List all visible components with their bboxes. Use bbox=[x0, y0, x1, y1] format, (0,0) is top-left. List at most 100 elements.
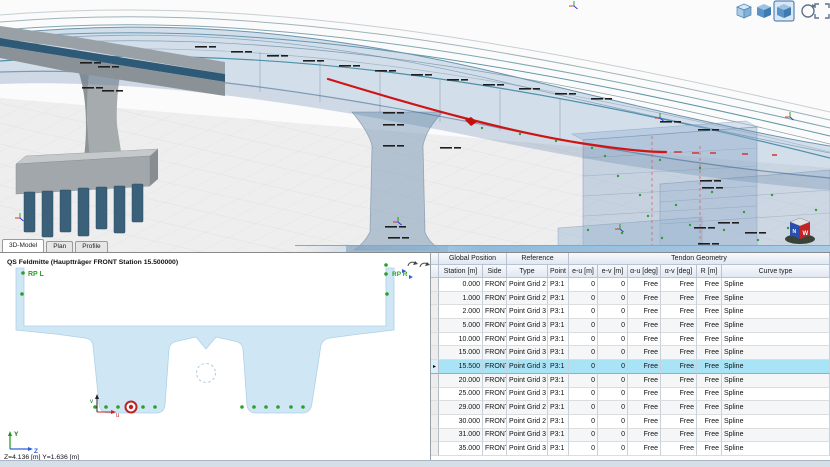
cell-alpha-v[interactable]: Free bbox=[661, 374, 697, 388]
cell-station[interactable]: 30.000 bbox=[439, 415, 483, 429]
cell-curve-type[interactable]: Spline bbox=[722, 360, 830, 374]
cell-eu[interactable]: 0 bbox=[569, 374, 598, 388]
cell-ev[interactable]: 0 bbox=[598, 442, 628, 456]
cell-r[interactable]: Free bbox=[697, 415, 722, 429]
cell-type[interactable]: Point Grid 3 bbox=[507, 388, 548, 402]
cell-point[interactable]: P3:1 bbox=[548, 346, 569, 360]
cell-alpha-u[interactable]: Free bbox=[628, 415, 661, 429]
cell-r[interactable]: Free bbox=[697, 388, 722, 402]
tab-3d-model[interactable]: 3D-Model bbox=[2, 239, 44, 252]
cell-eu[interactable]: 0 bbox=[569, 292, 598, 306]
cell-point[interactable]: P3:1 bbox=[548, 429, 569, 443]
cell-alpha-v[interactable]: Free bbox=[661, 442, 697, 456]
cell-station[interactable]: 10.000 bbox=[439, 333, 483, 347]
cell-side[interactable]: FRONT bbox=[483, 346, 507, 360]
cell-type[interactable]: Point Grid 3 bbox=[507, 374, 548, 388]
cell-alpha-u[interactable]: Free bbox=[628, 442, 661, 456]
cell-alpha-u[interactable]: Free bbox=[628, 292, 661, 306]
3d-viewport[interactable]: N W bbox=[0, 0, 830, 252]
row-selector[interactable] bbox=[431, 333, 439, 347]
cell-alpha-v[interactable]: Free bbox=[661, 278, 697, 292]
row-selector[interactable] bbox=[431, 346, 439, 360]
cell-point[interactable]: P3:1 bbox=[548, 401, 569, 415]
row-selector[interactable] bbox=[431, 278, 439, 292]
cell-alpha-u[interactable]: Free bbox=[628, 319, 661, 333]
cell-side[interactable]: FRONT bbox=[483, 360, 507, 374]
cell-r[interactable]: Free bbox=[697, 292, 722, 306]
table-row[interactable]: 0.000 FRONT Point Grid 2 P3:1 0 0 Free F… bbox=[431, 278, 830, 292]
row-selector[interactable] bbox=[431, 415, 439, 429]
cell-side[interactable]: FRONT bbox=[483, 388, 507, 402]
cell-type[interactable]: Point Grid 3 bbox=[507, 442, 548, 456]
cell-alpha-u[interactable]: Free bbox=[628, 401, 661, 415]
cell-curve-type[interactable]: Spline bbox=[722, 319, 830, 333]
cell-curve-type[interactable]: Spline bbox=[722, 346, 830, 360]
cell-curve-type[interactable]: Spline bbox=[722, 374, 830, 388]
cell-type[interactable]: Point Grid 2 bbox=[507, 292, 548, 306]
cell-alpha-u[interactable]: Free bbox=[628, 278, 661, 292]
cell-ev[interactable]: 0 bbox=[598, 401, 628, 415]
table-row[interactable]: 25.000 FRONT Point Grid 3 P3:1 0 0 Free … bbox=[431, 388, 830, 402]
cell-point[interactable]: P3:1 bbox=[548, 292, 569, 306]
cell-eu[interactable]: 0 bbox=[569, 319, 598, 333]
cell-alpha-v[interactable]: Free bbox=[661, 415, 697, 429]
cell-curve-type[interactable]: Spline bbox=[722, 333, 830, 347]
table-row[interactable]: 30.000 FRONT Point Grid 2 P3:1 0 0 Free … bbox=[431, 415, 830, 429]
table-row[interactable]: 29.000 FRONT Point Grid 2 P3:1 0 0 Free … bbox=[431, 401, 830, 415]
table-row[interactable]: 10.000 FRONT Point Grid 3 P3:1 0 0 Free … bbox=[431, 333, 830, 347]
tab-profile[interactable]: Profile bbox=[75, 241, 107, 252]
cell-side[interactable]: FRONT bbox=[483, 292, 507, 306]
solid-cube-icon[interactable] bbox=[774, 1, 794, 21]
cell-station[interactable]: 25.000 bbox=[439, 388, 483, 402]
cell-eu[interactable]: 0 bbox=[569, 415, 598, 429]
cell-alpha-v[interactable]: Free bbox=[661, 319, 697, 333]
row-selector[interactable] bbox=[431, 305, 439, 319]
cell-eu[interactable]: 0 bbox=[569, 360, 598, 374]
cell-alpha-u[interactable]: Free bbox=[628, 360, 661, 374]
cell-type[interactable]: Point Grid 3 bbox=[507, 333, 548, 347]
cell-point[interactable]: P3:1 bbox=[548, 305, 569, 319]
cell-ev[interactable]: 0 bbox=[598, 278, 628, 292]
cell-station[interactable]: 1.000 bbox=[439, 292, 483, 306]
cell-point[interactable]: P3:1 bbox=[548, 319, 569, 333]
cell-point[interactable]: P3:1 bbox=[548, 360, 569, 374]
cell-curve-type[interactable]: Spline bbox=[722, 429, 830, 443]
cell-r[interactable]: Free bbox=[697, 429, 722, 443]
cell-eu[interactable]: 0 bbox=[569, 278, 598, 292]
cell-side[interactable]: FRONT bbox=[483, 319, 507, 333]
cell-ev[interactable]: 0 bbox=[598, 429, 628, 443]
row-selector[interactable] bbox=[431, 442, 439, 456]
cell-alpha-u[interactable]: Free bbox=[628, 388, 661, 402]
cell-curve-type[interactable]: Spline bbox=[722, 415, 830, 429]
row-selector[interactable] bbox=[431, 429, 439, 443]
cell-r[interactable]: Free bbox=[697, 401, 722, 415]
table-row[interactable]: 5.000 FRONT Point Grid 3 P3:1 0 0 Free F… bbox=[431, 319, 830, 333]
cell-alpha-v[interactable]: Free bbox=[661, 401, 697, 415]
cell-ev[interactable]: 0 bbox=[598, 292, 628, 306]
wireframe-cube-icon[interactable] bbox=[737, 4, 751, 18]
cell-curve-type[interactable]: Spline bbox=[722, 388, 830, 402]
cell-type[interactable]: Point Grid 3 bbox=[507, 360, 548, 374]
cell-r[interactable]: Free bbox=[697, 442, 722, 456]
cell-alpha-u[interactable]: Free bbox=[628, 346, 661, 360]
cell-point[interactable]: P3:1 bbox=[548, 388, 569, 402]
cross-section-panel[interactable]: QS Feldmitte (Hauptträger FRONT Station … bbox=[0, 252, 430, 460]
cell-ev[interactable]: 0 bbox=[598, 388, 628, 402]
cell-alpha-v[interactable]: Free bbox=[661, 305, 697, 319]
cell-r[interactable]: Free bbox=[697, 374, 722, 388]
cell-r[interactable]: Free bbox=[697, 305, 722, 319]
cell-point[interactable]: P3:1 bbox=[548, 442, 569, 456]
row-selector[interactable] bbox=[431, 292, 439, 306]
cell-alpha-u[interactable]: Free bbox=[628, 333, 661, 347]
cell-alpha-u[interactable]: Free bbox=[628, 305, 661, 319]
row-selector[interactable] bbox=[431, 374, 439, 388]
cell-ev[interactable]: 0 bbox=[598, 415, 628, 429]
cell-alpha-u[interactable]: Free bbox=[628, 374, 661, 388]
table-row[interactable]: 15.000 FRONT Point Grid 3 P3:1 0 0 Free … bbox=[431, 346, 830, 360]
cell-type[interactable]: Point Grid 2 bbox=[507, 415, 548, 429]
tendon-point-selected[interactable] bbox=[126, 402, 137, 413]
cell-type[interactable]: Point Grid 3 bbox=[507, 319, 548, 333]
cell-ev[interactable]: 0 bbox=[598, 374, 628, 388]
row-selector[interactable] bbox=[431, 401, 439, 415]
cell-point[interactable]: P3:1 bbox=[548, 278, 569, 292]
